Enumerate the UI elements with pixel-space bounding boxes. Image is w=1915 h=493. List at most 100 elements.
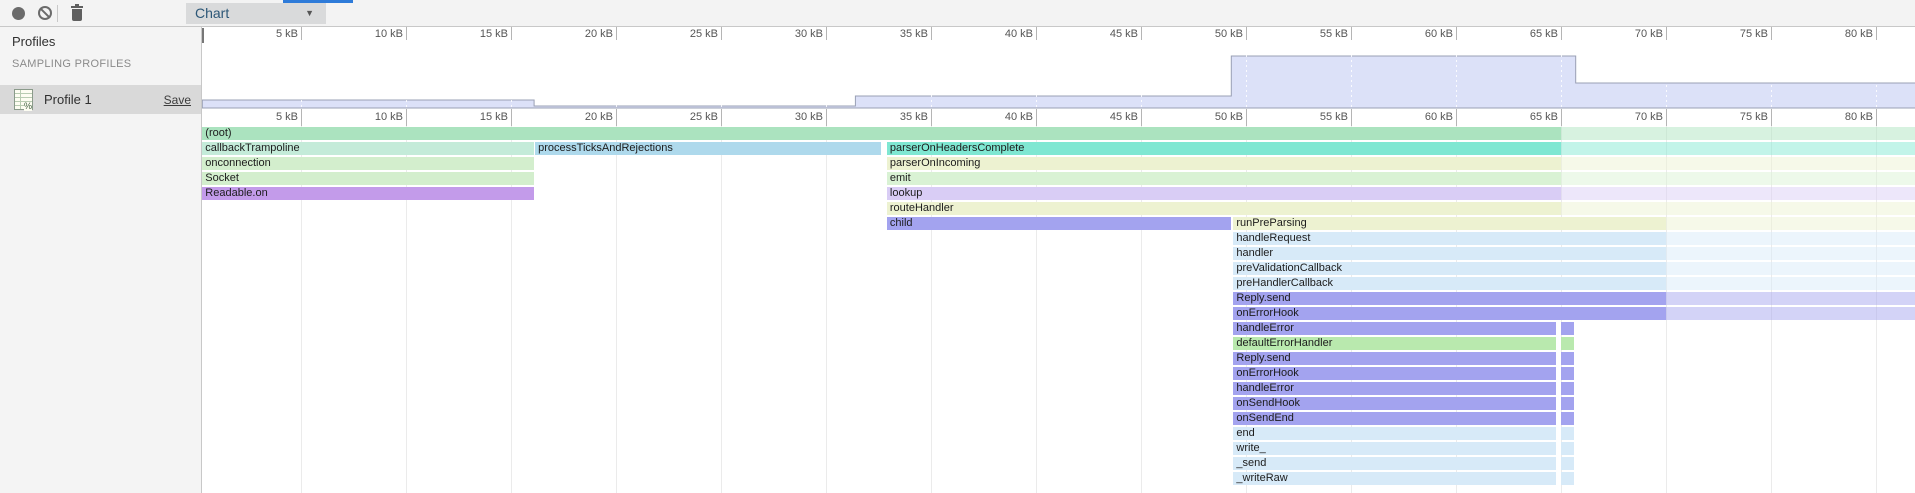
record-button[interactable]: [5, 0, 31, 26]
flame-bar-parserOnHeadersComplete-faded[interactable]: [1561, 142, 1915, 155]
flame-bar-onconnection[interactable]: onconnection: [202, 157, 534, 170]
flame-bar-segment[interactable]: [1561, 427, 1574, 440]
flame-bar-onErrorHook[interactable]: onErrorHook: [1233, 367, 1555, 380]
flame-bar-preHandlerCallback[interactable]: preHandlerCallback: [1233, 277, 1666, 290]
overview-ruler-label: 55 kB: [1286, 28, 1348, 40]
overview-gridline: [1351, 40, 1352, 108]
flame-bar-handler-faded[interactable]: [1666, 247, 1915, 260]
overview-gridline: [301, 40, 302, 108]
flame-bar-Socket[interactable]: Socket: [202, 172, 534, 185]
flame-bar-preHandlerCallback-faded[interactable]: [1666, 277, 1915, 290]
flame-bar-child[interactable]: child: [887, 217, 1231, 230]
overview-ruler-tick: [931, 27, 932, 40]
flame-bar-segment[interactable]: [1561, 472, 1574, 485]
flame-ruler-label: 50 kB: [1181, 111, 1243, 123]
flame-bar-Reply.send-faded[interactable]: [1666, 292, 1915, 305]
flame-bar-routeHandler[interactable]: routeHandler: [887, 202, 1561, 215]
flame-ruler-label: 45 kB: [1076, 111, 1138, 123]
flame-bar-runPreParsing-faded[interactable]: [1666, 217, 1915, 230]
flame-bar-preValidationCallback-faded[interactable]: [1666, 262, 1915, 275]
overview-ruler-label: 75 kB: [1706, 28, 1768, 40]
flame-gridline: [721, 126, 722, 493]
flame-bar-Readable.on[interactable]: Readable.on: [202, 187, 534, 200]
flame-ruler-tick: [616, 109, 617, 126]
view-mode-select[interactable]: Chart ▼: [186, 3, 326, 24]
flame-bar-segment[interactable]: [1561, 322, 1574, 335]
flame-bar-handleError[interactable]: handleError: [1233, 382, 1555, 395]
overview-area-chart[interactable]: [202, 40, 1915, 109]
flame-bar-lookup[interactable]: lookup: [887, 187, 1561, 200]
overview-gridline: [616, 40, 617, 108]
flame-ruler-tick: [1771, 109, 1772, 126]
overview-ruler-tick: [406, 27, 407, 40]
flame-ruler-label: 5 kB: [236, 111, 298, 123]
sidebar-item-profile-1[interactable]: % Profile 1 Save: [0, 85, 201, 114]
flame-bar-callbackTrampoline[interactable]: callbackTrampoline: [202, 142, 534, 155]
flame-bar-segment[interactable]: [1561, 397, 1574, 410]
flame-bar-parserOnIncoming-faded[interactable]: [1561, 157, 1915, 170]
flame-bar-lookup-faded[interactable]: [1561, 187, 1915, 200]
flame-bar-segment[interactable]: [1561, 457, 1574, 470]
flame-bar-parserOnHeadersComplete[interactable]: parserOnHeadersComplete: [887, 142, 1561, 155]
flame-bar-handler[interactable]: handler: [1233, 247, 1666, 260]
clear-button[interactable]: [32, 0, 58, 26]
flame-bar-processTicksAndRejections[interactable]: processTicksAndRejections: [535, 142, 880, 155]
flame-bar-Reply.send[interactable]: Reply.send: [1233, 352, 1555, 365]
flame-ruler-tick: [511, 109, 512, 126]
overview-ruler-tick: [1771, 27, 1772, 40]
flame-ruler-tick: [1456, 109, 1457, 126]
flame-bar-onErrorHook[interactable]: onErrorHook: [1233, 307, 1666, 320]
active-tab-indicator: [283, 0, 353, 3]
flame-bar-onErrorHook-faded[interactable]: [1666, 307, 1915, 320]
overview-ruler-tick: [1456, 27, 1457, 40]
flame-bar-(root)-faded[interactable]: [1561, 127, 1915, 140]
flame-ruler-tick: [721, 109, 722, 126]
toolbar: Chart ▼: [0, 0, 1915, 27]
flame-bar-segment[interactable]: [1561, 382, 1574, 395]
delete-profile-button[interactable]: [64, 0, 90, 26]
flame-bar-emit-faded[interactable]: [1561, 172, 1915, 185]
flame-bar-onSendEnd[interactable]: onSendEnd: [1233, 412, 1555, 425]
flame-ruler-label: 40 kB: [971, 111, 1033, 123]
flame-chart-pane: 5 kB5 kB10 kB10 kB15 kB15 kB20 kB20 kB25…: [202, 27, 1915, 493]
flame-bar-runPreParsing[interactable]: runPreParsing: [1233, 217, 1666, 230]
flame-bar-routeHandler-faded[interactable]: [1561, 202, 1915, 215]
flame-bar-defaultErrorHandler[interactable]: defaultErrorHandler: [1233, 337, 1555, 350]
flame-ruler-tick: [826, 109, 827, 126]
flame-bar-end[interactable]: end: [1233, 427, 1555, 440]
overview-ruler-tick: [1036, 27, 1037, 40]
overview-ruler-label: 80 kB: [1811, 28, 1873, 40]
save-profile-link[interactable]: Save: [164, 93, 191, 107]
flame-bar-segment[interactable]: [1561, 337, 1574, 350]
flame-bar-_writeRaw[interactable]: _writeRaw: [1233, 472, 1555, 485]
sidebar: Profiles SAMPLING PROFILES % Profile 1 S…: [0, 27, 202, 493]
sidebar-heading: Profiles: [12, 34, 55, 49]
overview-ruler-tick: [1876, 27, 1877, 40]
flame-bar-handleRequest[interactable]: handleRequest: [1233, 232, 1666, 245]
flame-bar-emit[interactable]: emit: [887, 172, 1561, 185]
flame-ruler-tick: [1141, 109, 1142, 126]
flame-bar-onSendHook[interactable]: onSendHook: [1233, 397, 1555, 410]
flame-bar-write_[interactable]: write_: [1233, 442, 1555, 455]
overview-gridline: [931, 40, 932, 108]
flame-bar-segment[interactable]: [1561, 412, 1574, 425]
flame-bar-parserOnIncoming[interactable]: parserOnIncoming: [887, 157, 1561, 170]
overview-ruler-tick: [1666, 27, 1667, 40]
overview-gridline: [1246, 40, 1247, 108]
flame-bar-preValidationCallback[interactable]: preValidationCallback: [1233, 262, 1666, 275]
overview-ruler-label: 15 kB: [446, 28, 508, 40]
flame-bar-handleRequest-faded[interactable]: [1666, 232, 1915, 245]
flame-ruler-label: 60 kB: [1391, 111, 1453, 123]
flame-bar-(root)[interactable]: (root): [202, 127, 1561, 140]
flame-bar-segment[interactable]: [1561, 442, 1574, 455]
flame-bar-segment[interactable]: [1561, 367, 1574, 380]
flame-ruler-label: 15 kB: [446, 111, 508, 123]
overview-gridline: [511, 40, 512, 108]
flame-bar-Reply.send[interactable]: Reply.send: [1233, 292, 1666, 305]
flame-ruler-label: 80 kB: [1811, 111, 1873, 123]
overview-gridline: [826, 40, 827, 108]
flame-bar-segment[interactable]: [1561, 352, 1574, 365]
overview-ruler-tick: [721, 27, 722, 40]
flame-bar-handleError[interactable]: handleError: [1233, 322, 1555, 335]
flame-bar-_send[interactable]: _send: [1233, 457, 1555, 470]
